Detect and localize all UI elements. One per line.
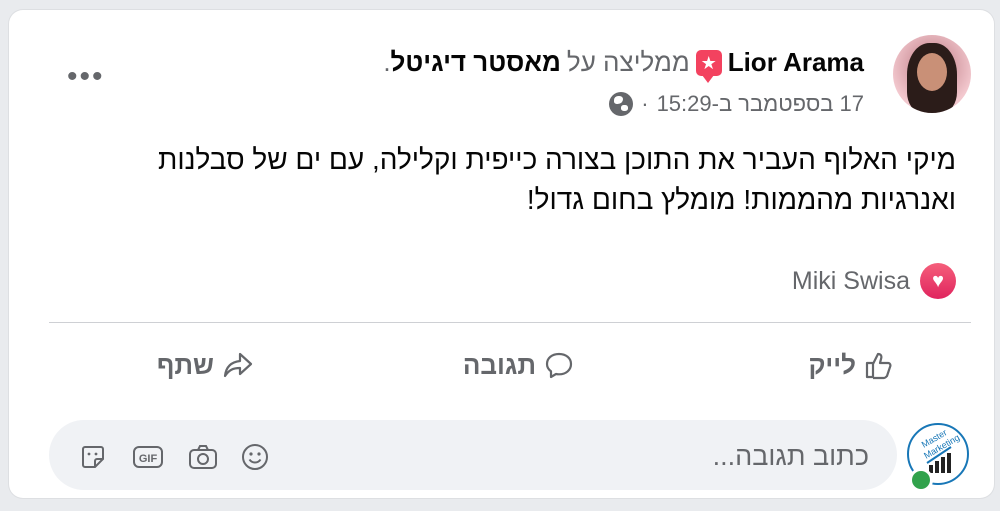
meta-separator: · <box>641 91 649 116</box>
sticker-icon[interactable] <box>79 443 107 471</box>
actions-divider <box>49 322 971 323</box>
author-avatar[interactable] <box>893 35 971 113</box>
love-reaction-icon: ♥ <box>920 263 956 299</box>
more-options-icon[interactable]: ••• <box>67 62 105 92</box>
emoji-icon[interactable] <box>241 443 269 471</box>
share-button[interactable]: שתף <box>157 340 254 390</box>
author-name[interactable]: Lior Arama <box>728 47 864 78</box>
share-label: שתף <box>156 349 214 380</box>
comment-label: תגובה <box>462 349 536 380</box>
comment-composer: GIF <box>49 420 897 492</box>
comment-icon <box>544 350 574 380</box>
like-label: לייק <box>808 349 856 380</box>
comment-button[interactable]: תגובה <box>463 340 574 390</box>
post-header: Lior Arama ★ ממליצה על מאסטר דיגיטל. <box>383 47 864 83</box>
page-name-link[interactable]: מאסטר דיגיטל <box>391 47 561 77</box>
camera-icon[interactable] <box>188 443 217 471</box>
comment-input[interactable] <box>367 420 871 492</box>
svg-text:GIF: GIF <box>139 453 158 465</box>
recommend-text: ממליצה על <box>566 47 690 77</box>
reactors-names[interactable]: Miki Swisa <box>792 267 910 296</box>
recommend-icon: ★ <box>695 49 722 83</box>
share-icon <box>222 350 254 380</box>
like-button[interactable]: לייק <box>808 340 894 390</box>
globe-icon[interactable] <box>609 92 634 116</box>
post-card: Lior Arama ★ ממליצה על מאסטר דיגיטל. 17 … <box>9 10 994 498</box>
online-status-dot <box>909 468 933 492</box>
post-meta: 17 בספטמבר ב-15:29 · <box>609 91 864 117</box>
gif-icon[interactable]: GIF <box>132 443 163 471</box>
page-suffix: . <box>383 47 391 77</box>
post-timestamp[interactable]: 17 בספטמבר ב-15:29 <box>657 91 864 117</box>
post-text: מיקי האלוף העביר את התוכן בצורה כייפית ו… <box>157 144 956 215</box>
reactions-summary[interactable]: ♥ Miki Swisa <box>792 263 956 299</box>
like-icon <box>864 350 894 380</box>
